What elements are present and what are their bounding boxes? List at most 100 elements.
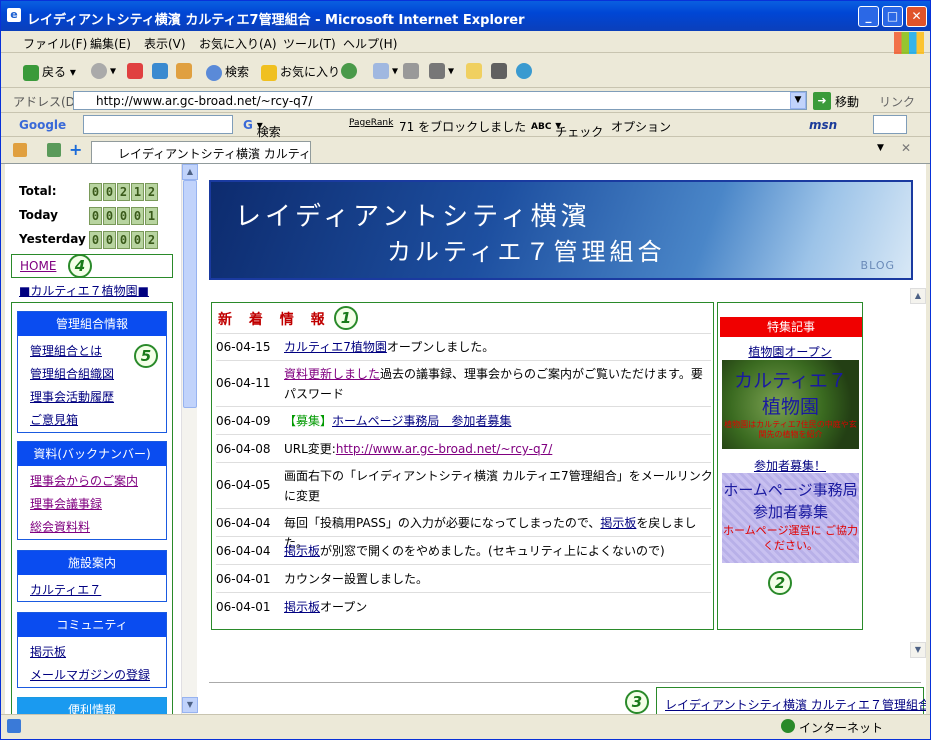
messenger-icon [516,63,532,79]
home-button[interactable] [176,63,195,79]
spellcheck-button[interactable]: ABC チェック ▾ [531,118,603,139]
scroll-thumb[interactable] [183,180,197,408]
address-input[interactable]: http://www.ar.gc-broad.net/~rcy-q7/ [73,91,807,110]
go-button[interactable]: 移動 [835,93,859,110]
site-banner: レイディアントシティ横濱 カルティエ７管理組合 BLOG [209,180,913,280]
menu-edit[interactable]: 編集(E) [90,35,131,52]
news-link[interactable]: 掲示板 [600,516,636,530]
bbs-link[interactable]: 掲示板 [30,645,66,659]
forward-arrow-icon [91,63,107,79]
useful-box: 便利情報 [17,697,167,714]
options-button[interactable]: オプション [611,118,671,135]
board-minutes-link[interactable]: 理事会議事録 [30,497,102,511]
favorites-button[interactable]: お気に入り [261,63,340,81]
minimize-button[interactable]: _ [858,6,879,27]
quartier7-link[interactable]: カルティエ７ [30,583,101,597]
union-info-box: 管理組合情報 管理組合とは 管理組合組織図 理事会活動履歴 ご意見箱 5 [17,311,167,433]
divider [209,682,921,683]
google-search-input[interactable] [83,115,233,134]
toolbar: 戻る ▾ ▾ 検索 お気に入り ▾ ▾ [1,54,930,88]
total-label: Total: [19,184,57,198]
address-dropdown-button[interactable]: ▼ [790,92,806,109]
community-box: コミュニティ 掲示板 メールマガジンの登録 [17,612,167,688]
home-link[interactable]: HOME [20,259,56,273]
left-frame-scrollbar[interactable]: ▲ ▼ [181,164,198,714]
callout-3: 3 [625,690,649,714]
general-meeting-link[interactable]: 総会資料料 [30,520,90,534]
board-notice-link[interactable]: 理事会からのご案内 [30,474,138,488]
zone-label: インターネット [799,721,884,735]
garden-link[interactable]: ■カルティエ７植物園■ [19,282,149,299]
maximize-button[interactable]: □ [882,6,903,27]
menu-favorites[interactable]: お気に入り(A) [199,35,277,52]
print-button[interactable] [403,63,422,79]
page-content: Total: 00212 Today 00001 Yesterday 00002… [5,164,926,714]
docs-box: 資料(バックナンバー) 理事会からのご案内 理事会議事録 総会資料料 [17,441,167,540]
research-button[interactable] [491,63,510,79]
stop-button[interactable] [127,63,146,79]
banner-line2: カルティエ７管理組合 [387,238,666,266]
home-tab-icon[interactable] [13,143,27,157]
address-bar: アドレス(D) http://www.ar.gc-broad.net/~rcy-… [1,89,930,113]
tab-close-icon[interactable]: ✕ [901,141,911,155]
stop-icon [127,63,143,79]
discuss-button[interactable] [466,63,485,79]
edit-button[interactable]: ▾ [429,63,454,79]
news-link[interactable]: 掲示板 [284,600,320,614]
hp-office-banner-image[interactable]: ホームページ事務局 参加者募集 ホームページ運営に ご協力ください。 [722,473,859,563]
feedback-link[interactable]: ご意見箱 [30,413,78,427]
tab-menu-icon[interactable]: ▼ [877,143,884,153]
news-link[interactable]: カルティエ7植物園 [284,340,387,354]
news-link[interactable]: 掲示板 [284,544,320,558]
union-org-chart-link[interactable]: 管理組合組織図 [30,367,114,381]
main-scroll-down-icon[interactable]: ▼ [910,642,926,658]
menu-file[interactable]: ファイル(F) [23,35,87,52]
news-row: 06-04-08 URL変更:http://www.ar.gc-broad.ne… [216,434,711,462]
news-link[interactable]: ホームページ事務局 参加者募集 [332,414,511,428]
scroll-down-arrow-icon[interactable]: ▼ [182,697,198,713]
title-bar: e レイディアントシティ横濱 カルティエ7管理組合 - Microsoft In… [1,1,930,31]
close-button[interactable]: ✕ [906,6,927,27]
footer-mail-link[interactable]: レイディアントシティ横濱 カルティエ７管理組合 [665,698,926,712]
garden-open-link[interactable]: 植物園オープン [718,343,862,360]
google-logo[interactable]: Google [19,118,66,132]
search-button[interactable]: 検索 [206,63,249,81]
facilities-box: 施設案内 カルティエ７ [17,550,167,602]
refresh-button[interactable] [152,63,171,79]
back-button[interactable]: 戻る ▾ [23,63,76,81]
board-history-link[interactable]: 理事会活動履歴 [30,390,114,404]
garden-banner-image[interactable]: カルティエ７ 植物園 植物園はカルティエ7住民の中庭や玄関先の植物を紹介 [722,360,859,449]
mail-button[interactable]: ▾ [373,63,398,79]
news-link[interactable]: 資料更新しました [284,367,380,381]
menu-tools[interactable]: ツール(T) [283,35,336,52]
msn-logo[interactable]: msn [809,118,837,132]
participants-link[interactable]: 参加者募集！ [718,457,862,474]
news-row: 06-04-04 掲示板が別窓で開くのをやめました。(セキュリティ上によくないの… [216,536,711,564]
history-button[interactable] [341,63,360,79]
menu-view[interactable]: 表示(V) [144,35,186,52]
useful-header: 便利情報 [18,698,166,714]
tab-list-icon[interactable] [47,143,61,157]
tab-current[interactable]: レイディアントシティ横濱 カルティエ7管... [91,141,311,163]
google-search-button[interactable]: G 検索 ▾ [243,118,281,139]
news-row: 06-04-15 カルティエ7植物園オープンしました。 [216,333,711,360]
scroll-up-arrow-icon[interactable]: ▲ [182,164,198,180]
news-link[interactable]: http://www.ar.gc-broad.net/~rcy-q7/ [336,442,552,456]
refresh-icon [152,63,168,79]
go-arrow-icon[interactable]: ➜ [813,92,831,110]
forward-button[interactable]: ▾ [91,63,116,79]
main-scroll-up-icon[interactable]: ▲ [910,288,926,304]
popup-blocker[interactable]: 71 をブロックしました [399,118,526,135]
menu-help[interactable]: ヘルプ(H) [343,35,397,52]
main-frame-scrollbar[interactable]: ▲ ▼ [908,286,926,662]
messenger-button[interactable] [516,63,535,79]
mail-icon [373,63,389,79]
links-label[interactable]: リンク [879,93,915,110]
union-about-link[interactable]: 管理組合とは [30,344,102,358]
yesterday-label: Yesterday [19,232,86,246]
new-tab-icon[interactable]: + [69,140,82,159]
msn-search-input[interactable] [873,115,907,134]
banner-line1: レイディアントシティ横濱 [235,202,591,232]
mail-magazine-link[interactable]: メールマガジンの登録 [30,668,150,682]
menu-bar: ファイル(F) 編集(E) 表示(V) お気に入り(A) ツール(T) ヘルプ(… [1,31,930,53]
